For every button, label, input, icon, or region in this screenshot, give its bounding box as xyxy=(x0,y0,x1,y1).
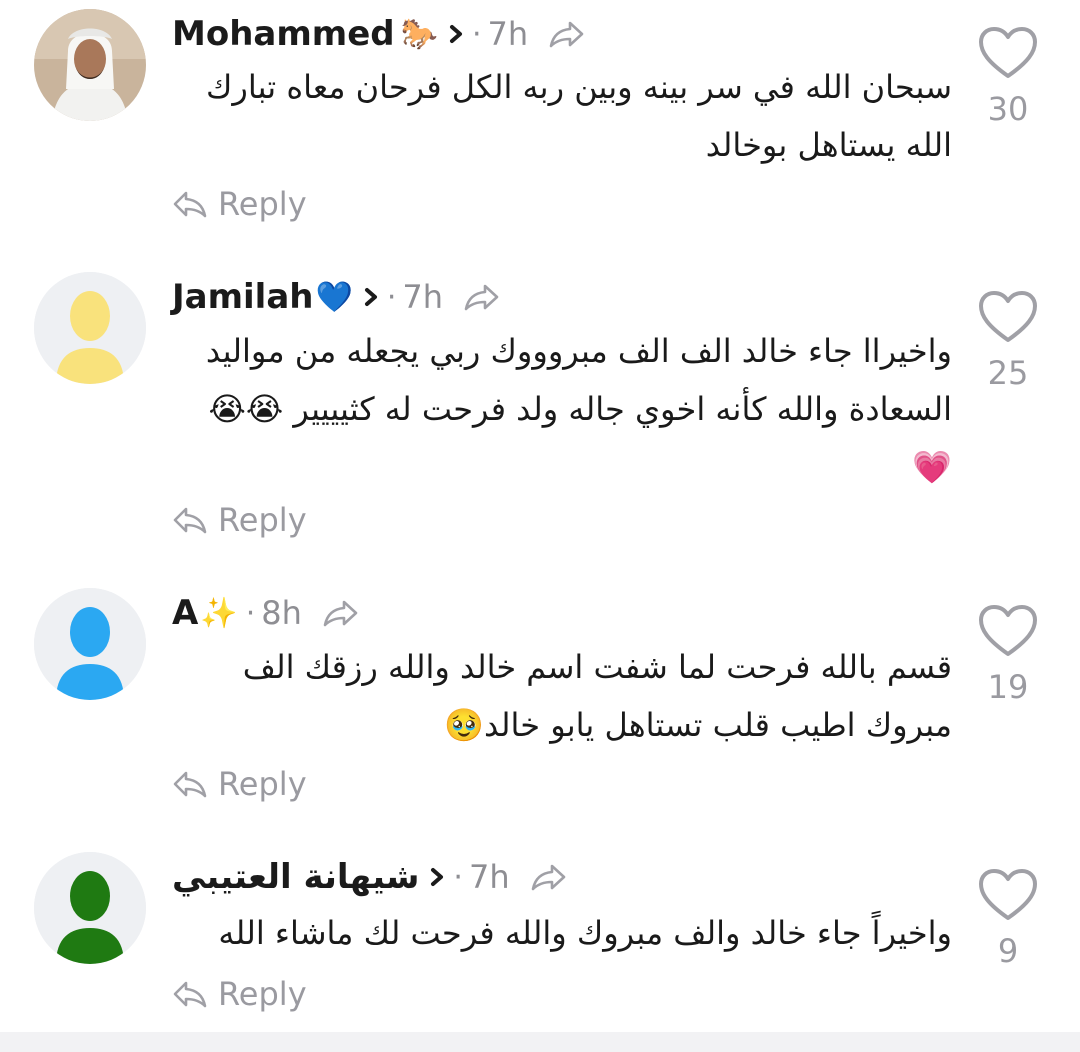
comment-line: الله يستاهل بوخالد xyxy=(705,126,952,164)
default-avatar-icon xyxy=(34,588,146,700)
reply-icon xyxy=(173,191,207,218)
heart-icon xyxy=(979,291,1037,342)
default-avatar-icon xyxy=(34,272,146,384)
reply-label: Reply xyxy=(218,501,307,539)
heart-icon xyxy=(979,869,1037,920)
share-icon[interactable] xyxy=(322,598,360,628)
comment-text: قسم بالله فرحت لما شفت اسم خالد والله رز… xyxy=(172,638,952,754)
name-emoji: 💙 xyxy=(315,279,353,315)
reply-button[interactable]: Reply xyxy=(172,972,307,1016)
avatar[interactable] xyxy=(34,852,146,964)
bottom-divider xyxy=(0,1032,1080,1052)
share-icon[interactable] xyxy=(548,19,586,49)
heart-icon xyxy=(979,605,1037,656)
default-avatar-icon xyxy=(34,852,146,964)
reply-label: Reply xyxy=(218,975,307,1013)
reply-icon xyxy=(173,507,207,534)
reply-icon xyxy=(173,981,207,1008)
comment-line: سبحان الله في سر بينه وبين ربه الكل فرحا… xyxy=(206,68,952,106)
reply-button[interactable]: Reply xyxy=(172,498,307,542)
reply-label: Reply xyxy=(218,765,307,803)
chevron-right-icon[interactable] xyxy=(429,866,445,888)
share-icon[interactable] xyxy=(530,862,568,892)
like-count: 25 xyxy=(987,354,1029,392)
comment-line: واخيراً جاء خالد والف مبروك والله فرحت ل… xyxy=(218,914,952,952)
comment-line: 💗 xyxy=(912,448,952,486)
like-count: 30 xyxy=(987,90,1029,128)
comment-line: مبروك اطيب قلب تستاهل يابو خالد🥹 xyxy=(444,706,952,744)
comment-header: Jamilah 💙 · 7h xyxy=(172,272,501,322)
username[interactable]: A xyxy=(172,593,198,633)
username[interactable]: Mohammed xyxy=(172,14,395,54)
like-count: 9 xyxy=(997,932,1019,970)
comment-header: Mohammed 🐎 · 7h xyxy=(172,9,586,59)
separator-dot: · xyxy=(453,859,463,895)
username[interactable]: Jamilah xyxy=(172,277,313,317)
reply-button[interactable]: Reply xyxy=(172,762,307,806)
timestamp: 7h xyxy=(468,858,510,896)
reply-button[interactable]: Reply xyxy=(172,182,307,226)
timestamp: 7h xyxy=(402,278,444,316)
avatar[interactable] xyxy=(34,272,146,384)
name-emoji: ✨ xyxy=(200,595,238,631)
avatar[interactable] xyxy=(34,9,146,121)
share-icon[interactable] xyxy=(463,282,501,312)
reply-icon xyxy=(173,771,207,798)
comment-text: واخيراً جاء خالد والف مبروك والله فرحت ل… xyxy=(172,904,952,962)
timestamp: 7h xyxy=(487,15,529,53)
comment-line: واخيراا جاء خالد الف الف مبروووك ربي يجع… xyxy=(205,332,952,370)
comment-header: A ✨ · 8h xyxy=(172,588,360,638)
like-button[interactable]: 9 xyxy=(976,868,1040,970)
heart-icon xyxy=(979,27,1037,78)
name-emoji: 🐎 xyxy=(400,16,438,52)
timestamp: 8h xyxy=(261,594,302,632)
comment-line: قسم بالله فرحت لما شفت اسم خالد والله رز… xyxy=(242,648,952,686)
like-count: 19 xyxy=(987,668,1029,706)
avatar[interactable] xyxy=(34,588,146,700)
comment-text: سبحان الله في سر بينه وبين ربه الكل فرحا… xyxy=(172,58,952,174)
comment-header: شيهانة العتيبي · 7h xyxy=(172,852,568,902)
user-photo xyxy=(34,9,146,121)
chevron-right-icon[interactable] xyxy=(448,23,464,45)
reply-label: Reply xyxy=(218,185,307,223)
comment-text: واخيراا جاء خالد الف الف مبروووك ربي يجع… xyxy=(172,322,952,496)
like-button[interactable]: 30 xyxy=(976,26,1040,128)
like-button[interactable]: 19 xyxy=(976,604,1040,706)
separator-dot: · xyxy=(471,16,482,52)
chevron-right-icon[interactable] xyxy=(363,286,379,308)
comment-line: السعادة والله كأنه اخوي جاله ولد فرحت له… xyxy=(208,390,952,428)
username[interactable]: شيهانة العتيبي xyxy=(172,857,419,897)
like-button[interactable]: 25 xyxy=(976,290,1040,392)
separator-dot: · xyxy=(386,279,397,315)
separator-dot: · xyxy=(245,595,256,631)
